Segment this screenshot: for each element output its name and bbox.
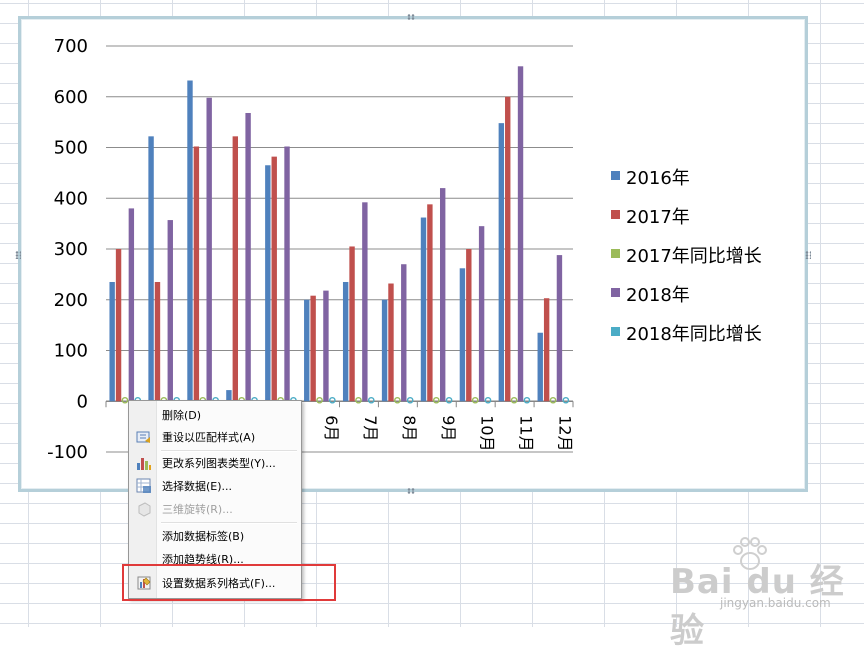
x-tick-label: 8月 (400, 415, 419, 441)
bar-2016年 (304, 299, 310, 402)
menu-item-label: 选择数据(E)... (162, 480, 233, 493)
menu-item-label: 更改系列图表类型(Y)... (162, 457, 276, 470)
bar-2018年 (401, 264, 407, 402)
y-tick-label: 0 (77, 391, 88, 412)
watermark-url-text: jingyan.baidu.com (720, 596, 831, 610)
bar-2017-yoy (355, 396, 362, 404)
bar-2017年 (543, 298, 550, 402)
bar-2017年 (466, 249, 472, 402)
bar-2016年 (498, 123, 505, 402)
x-tick-label: 7月 (361, 415, 380, 441)
y-tick-label: 200 (54, 290, 88, 311)
x-tick-label: 9月 (439, 415, 458, 441)
bar-2017-yoy (394, 396, 401, 404)
chart-type-icon (136, 455, 152, 471)
bar-2018-yoy (406, 396, 414, 404)
blank-icon (136, 407, 152, 423)
y-tick-label: 100 (54, 341, 88, 362)
bar-2017-yoy (510, 396, 518, 404)
bar-2016年 (109, 281, 115, 402)
bar-2016年 (381, 299, 388, 402)
bar-2016年 (420, 217, 427, 402)
menu-item-add-data-labels[interactable]: 添加数据标签(B) (131, 525, 299, 547)
menu-item-label: 删除(D) (162, 409, 202, 422)
bar-2017年 (115, 249, 122, 402)
y-tick-label: 600 (54, 87, 88, 108)
bar-2017-yoy (432, 396, 440, 404)
bar-2018-yoy (445, 396, 453, 404)
bar-2018年 (439, 188, 446, 402)
y-tick-label: 500 (54, 138, 88, 159)
legend-swatch (611, 327, 620, 336)
bar-2018-yoy (329, 396, 336, 404)
legend-swatch (611, 288, 620, 297)
bar-2017-yoy (549, 396, 557, 404)
legend-label: 2017年同比增长 (626, 246, 762, 267)
bar-2016年 (265, 165, 271, 402)
menu-item-3d-rotation: 三维旋转(R)... (131, 498, 299, 520)
bar-2017-yoy (121, 396, 129, 404)
menu-item-reset-style[interactable]: 重设以匹配样式(A) (131, 426, 299, 448)
legend-swatch (611, 171, 620, 180)
baidu-jingyan-watermark: Bai du 经验 jingyan.baidu.com (662, 532, 862, 651)
rotate-3d-icon (136, 501, 152, 517)
bar-2017-yoy (316, 396, 323, 404)
bar-2016年 (342, 281, 349, 402)
bar-2017年 (349, 246, 355, 402)
x-tick-label: 6月 (322, 415, 341, 441)
y-tick-label: 400 (54, 188, 88, 209)
bar-2018年 (245, 112, 251, 402)
menu-item-delete[interactable]: 删除(D) (131, 404, 299, 426)
y-tick-label: -100 (47, 442, 88, 463)
bar-2017年 (388, 283, 394, 402)
bar-2017年 (154, 281, 161, 402)
legend-swatch (611, 210, 620, 219)
legend-label: 2018年 (626, 285, 690, 306)
bar-2017年 (427, 204, 433, 402)
x-tick-label: 12月 (556, 415, 575, 451)
bar-2017年 (232, 136, 239, 402)
bar-2017-yoy (471, 396, 479, 404)
bar-2016年 (537, 332, 543, 402)
highlight-annotation-box (122, 564, 336, 601)
menu-item-label: 三维旋转(R)... (162, 503, 233, 516)
menu-item-select-data[interactable]: 选择数据(E)... (131, 475, 299, 497)
y-tick-label: 700 (54, 36, 88, 57)
bar-2016年 (148, 136, 154, 402)
bar-2018年 (517, 66, 524, 402)
menu-item-change-chart-type[interactable]: 更改系列图表类型(Y)... (131, 452, 299, 474)
y-tick-label: 300 (54, 239, 88, 260)
bar-2018-yoy (523, 396, 531, 404)
menu-item-label: 添加数据标签(B) (162, 530, 245, 543)
legend-swatch (611, 249, 620, 258)
resize-handle-right[interactable] (805, 251, 811, 259)
select-data-icon (136, 478, 152, 494)
bar-2018年 (323, 290, 329, 402)
bar-2016年 (187, 80, 193, 402)
bar-2017年 (193, 146, 200, 402)
bar-2018年 (284, 146, 290, 402)
bar-2018年 (206, 97, 212, 402)
bar-2018年 (362, 202, 368, 402)
reset-style-icon (136, 429, 152, 445)
blank-icon (136, 528, 152, 544)
bar-2018-yoy (367, 396, 375, 404)
legend-label: 2017年 (626, 207, 690, 228)
bar-2018年 (478, 226, 485, 402)
bar-2018-yoy (562, 396, 570, 404)
legend-label: 2016年 (626, 168, 690, 189)
bar-2018年 (128, 208, 135, 402)
x-tick-label: 10月 (478, 415, 497, 451)
menu-separator (161, 522, 297, 524)
bar-2017年 (505, 96, 511, 402)
bar-2018年 (167, 220, 173, 402)
bar-2017年 (271, 156, 277, 402)
legend-label: 2018年同比增长 (626, 324, 762, 345)
bar-2018年 (556, 255, 563, 402)
menu-item-label: 重设以匹配样式(A) (162, 431, 256, 444)
x-tick-label: 11月 (517, 415, 536, 451)
bar-2016年 (459, 268, 466, 402)
bar-2018-yoy (484, 396, 492, 404)
bar-2017年 (310, 295, 316, 402)
